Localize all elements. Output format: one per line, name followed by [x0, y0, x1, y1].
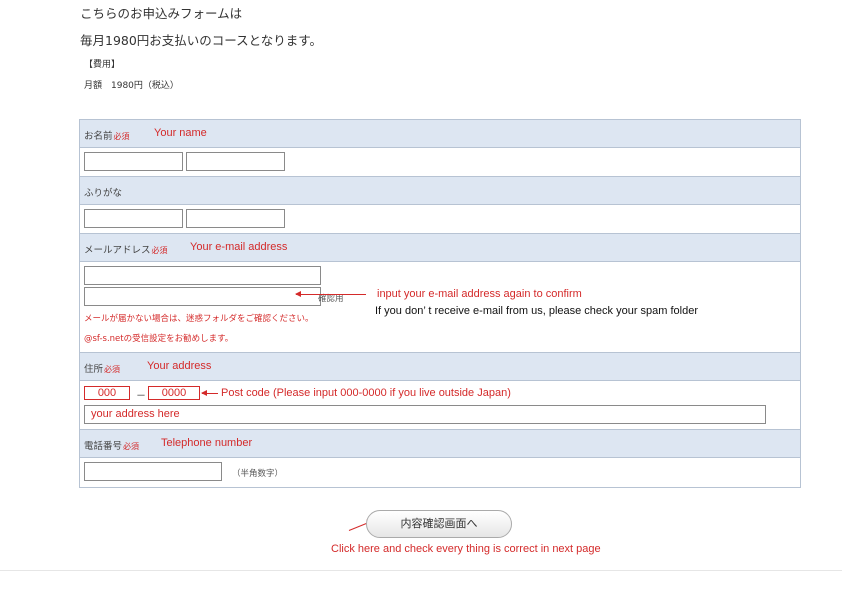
application-form: お名前必須 Your name ふりがな メールアドレス必須 Your e-ma… — [79, 119, 801, 488]
name-label: お名前必須 — [84, 131, 130, 142]
first-name-kana-input[interactable] — [186, 209, 285, 228]
name-english-note: Your name — [154, 127, 207, 139]
required-badge: 必須 — [113, 132, 130, 141]
intro-line-2: 毎月1980円お支払いのコースとなります。 — [80, 33, 323, 48]
fee-value: 月額 1980円（税込） — [84, 81, 179, 91]
email-header: メールアドレス必須 Your e-mail address — [80, 234, 800, 262]
name-row — [80, 148, 800, 177]
furigana-label: ふりがな — [84, 188, 123, 199]
furigana-row — [80, 205, 800, 234]
required-badge: 必須 — [104, 365, 121, 374]
footer-divider — [0, 570, 842, 571]
postcode-note: Post code (Please input 000-0000 if you … — [221, 387, 511, 399]
name-header: お名前必須 Your name — [80, 120, 800, 148]
phone-row: （半角数字） — [80, 458, 800, 487]
intro-line-1: こちらのお申込みフォームは — [80, 6, 243, 21]
email-warning-1: メールが届かない場合は、迷惑フォルダをご確認ください。 — [84, 314, 314, 324]
email-english-note: Your e-mail address — [190, 241, 288, 253]
last-name-input[interactable] — [84, 152, 183, 171]
confirm-note: Click here and check every thing is corr… — [331, 543, 601, 555]
address-input[interactable]: your address here — [84, 405, 766, 424]
postcode-first-input[interactable]: 000 — [84, 386, 130, 400]
phone-label: 電話番号必須 — [84, 441, 140, 452]
postcode-arrow-icon — [201, 390, 218, 396]
furigana-header: ふりがな — [80, 177, 800, 205]
email-label: メールアドレス必須 — [84, 245, 168, 256]
first-name-input[interactable] — [186, 152, 285, 171]
phone-english-note: Telephone number — [161, 437, 253, 449]
spam-folder-note: If you don’ t receive e-mail from us, pl… — [375, 305, 699, 317]
email-row: 確認用 input your e-mail address again to c… — [80, 262, 800, 353]
phone-header: 電話番号必須 Telephone number — [80, 430, 800, 458]
email-confirm-arrow-icon — [295, 291, 366, 297]
email-confirm-note: input your e-mail address again to confi… — [377, 288, 582, 300]
email-input[interactable] — [84, 266, 321, 285]
confirm-button[interactable]: 内容確認画面へ — [366, 510, 512, 538]
required-badge: 必須 — [151, 246, 168, 255]
email-confirm-input[interactable] — [84, 287, 321, 306]
postcode-separator: － — [136, 391, 146, 402]
email-warning-2: @sf-s.netの受信設定をお勧めします。 — [84, 334, 234, 344]
required-badge: 必須 — [123, 442, 140, 451]
last-name-kana-input[interactable] — [84, 209, 183, 228]
postcode-second-input[interactable]: 0000 — [148, 386, 200, 400]
address-english-note: Your address — [147, 360, 212, 372]
address-header: 住所必須 Your address — [80, 353, 800, 381]
address-label: 住所必須 — [84, 364, 121, 375]
phone-input[interactable] — [84, 462, 222, 481]
fee-label: 【費用】 — [84, 60, 121, 70]
phone-hint: （半角数字） — [232, 469, 284, 479]
address-row: 000 － 0000 Post code (Please input 000-0… — [80, 381, 800, 430]
